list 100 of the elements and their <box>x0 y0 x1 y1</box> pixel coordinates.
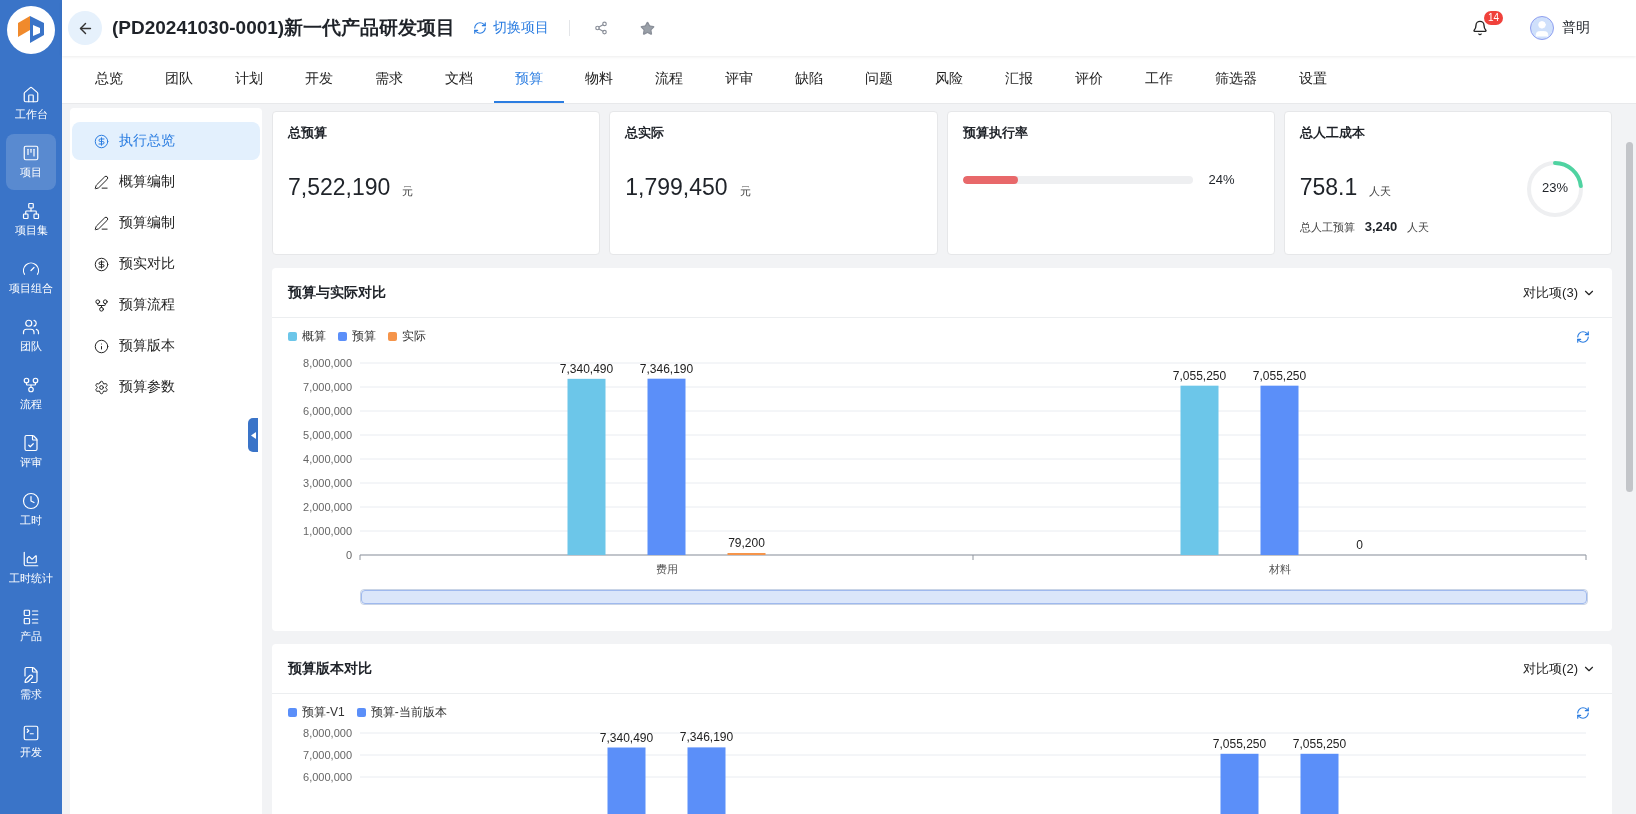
axis-tick-label: 5,000,000 <box>303 429 352 441</box>
bar-value-label: 7,346,190 <box>639 361 694 376</box>
back-button[interactable] <box>68 11 102 45</box>
tab[interactable]: 需求 <box>354 56 424 103</box>
axis-tick-label: 8,000,000 <box>303 357 352 369</box>
category-label: 材料 <box>1268 563 1291 575</box>
compare-dropdown[interactable]: 对比项(3) <box>1523 283 1596 302</box>
hierarchy-icon <box>22 202 40 220</box>
sub-menu-item[interactable]: 预算流程 <box>72 286 260 324</box>
legend-label: 预算 <box>352 328 376 345</box>
kpi-title: 总实际 <box>625 124 666 142</box>
sub-menu-item[interactable]: 预算编制 <box>72 204 260 242</box>
tab[interactable]: 预算 <box>494 56 564 103</box>
list-icon <box>22 608 40 626</box>
kpi-value: 1,799,450 <box>625 174 728 201</box>
file-pen-icon <box>22 666 40 684</box>
kpi-unit: 元 <box>402 184 414 199</box>
bar-value-label: 7,055,250 <box>1172 368 1227 383</box>
share-icon <box>594 21 609 35</box>
refresh-icon <box>473 21 488 35</box>
axis-tick-label: 6,000,000 <box>303 771 352 783</box>
tab[interactable]: 团队 <box>144 56 214 103</box>
tab[interactable]: 汇报 <box>984 56 1054 103</box>
tab[interactable]: 筛选器 <box>1194 56 1278 103</box>
bar <box>1300 753 1339 814</box>
axis-tick-label: 2,000,000 <box>303 501 352 513</box>
sub-menu-item[interactable]: 预算版本 <box>72 327 260 365</box>
user-name: 普明 <box>1562 19 1590 37</box>
tab[interactable]: 开发 <box>284 56 354 103</box>
progress-reading: 24% <box>1208 172 1235 187</box>
axis-tick-label: 6,000,000 <box>303 405 352 417</box>
tab[interactable]: 工作 <box>1124 56 1194 103</box>
tab[interactable]: 风险 <box>914 56 984 103</box>
range-slider[interactable] <box>361 590 1587 604</box>
compare-dropdown[interactable]: 对比项(2) <box>1523 659 1596 678</box>
chart-title: 预算版本对比 <box>288 659 372 678</box>
tab[interactable]: 设置 <box>1278 56 1348 103</box>
refresh-icon[interactable] <box>1576 705 1590 720</box>
kpi-sub-label: 总人工预算 <box>1299 220 1355 235</box>
kpi-sub-value: 3,240 <box>1364 219 1398 234</box>
kpi-sub-unit: 人天 <box>1407 220 1430 235</box>
tab[interactable]: 总览 <box>74 56 144 103</box>
avatar <box>1530 16 1554 40</box>
tab[interactable]: 物料 <box>564 56 634 103</box>
axis-tick-label: 8,000,000 <box>303 727 352 739</box>
kanban-icon <box>22 144 40 162</box>
rail-item[interactable]: 工作台 <box>6 76 56 132</box>
bar-value-label: 7,346,190 <box>679 730 734 745</box>
bar-value-label: 79,200 <box>728 536 765 551</box>
bar <box>607 747 646 814</box>
tab[interactable]: 计划 <box>214 56 284 103</box>
rail-item[interactable]: 工时统计 <box>6 540 56 596</box>
notification-badge: 14 <box>1484 11 1504 25</box>
chart-title: 预算与实际对比 <box>288 283 386 302</box>
rail-item[interactable]: 项目组合 <box>6 250 56 306</box>
sub-menu-item[interactable]: 概算编制 <box>72 163 260 201</box>
sub-menu-item[interactable]: 预实对比 <box>72 245 260 283</box>
bar-value-label: 0 <box>1356 538 1363 552</box>
kpi-value: 758.1 <box>1299 174 1358 201</box>
rail-item[interactable]: 项目集 <box>6 192 56 248</box>
rail-item[interactable]: 评审 <box>6 424 56 480</box>
rail-item[interactable]: 产品 <box>6 598 56 654</box>
kpi-title: 预算执行率 <box>962 124 1029 142</box>
tab[interactable]: 文档 <box>424 56 494 103</box>
dollar-icon <box>94 133 109 149</box>
rail-item[interactable]: 项目 <box>6 134 56 190</box>
ring-reading: 23% <box>1541 180 1569 195</box>
tab[interactable]: 评审 <box>704 56 774 103</box>
refresh-icon[interactable] <box>1576 329 1590 344</box>
home-icon <box>22 86 40 104</box>
category-label: 费用 <box>655 563 678 575</box>
rail-item[interactable]: 流程 <box>6 366 56 422</box>
dollar-icon <box>94 256 109 272</box>
rail-item[interactable]: 开发 <box>6 714 56 770</box>
tab[interactable]: 缺陷 <box>774 56 844 103</box>
kpi-title: 总预算 <box>288 124 328 142</box>
switch-project-link[interactable]: 切换项目 <box>473 19 550 37</box>
rail-item[interactable]: 团队 <box>6 308 56 364</box>
rail-item[interactable]: 需求 <box>6 656 56 712</box>
bar-value-label: 7,340,490 <box>599 730 654 745</box>
axis-tick-label: 0 <box>345 549 352 561</box>
pen-icon <box>94 215 109 231</box>
tab[interactable]: 流程 <box>634 56 704 103</box>
bar-value-label: 7,055,250 <box>1292 736 1347 751</box>
file-check-icon <box>22 434 40 452</box>
axis-tick-label: 7,000,000 <box>303 749 352 761</box>
caret-left-icon <box>250 431 256 439</box>
sub-menu-item[interactable]: 执行总览 <box>72 122 260 160</box>
collapse-handle[interactable] <box>248 418 258 452</box>
users-icon <box>22 318 40 336</box>
bell-icon <box>1472 20 1488 36</box>
project-title: (PD20241030-0001)新一代产品研发项目 <box>112 16 456 40</box>
tab[interactable]: 问题 <box>844 56 914 103</box>
pen-icon <box>94 174 109 190</box>
axis-tick-label: 3,000,000 <box>303 477 352 489</box>
tab[interactable]: 评价 <box>1054 56 1124 103</box>
sub-menu-item[interactable]: 预算参数 <box>72 368 260 406</box>
fork-icon <box>22 376 40 394</box>
settings-icon <box>94 379 109 395</box>
rail-item[interactable]: 工时 <box>6 482 56 538</box>
